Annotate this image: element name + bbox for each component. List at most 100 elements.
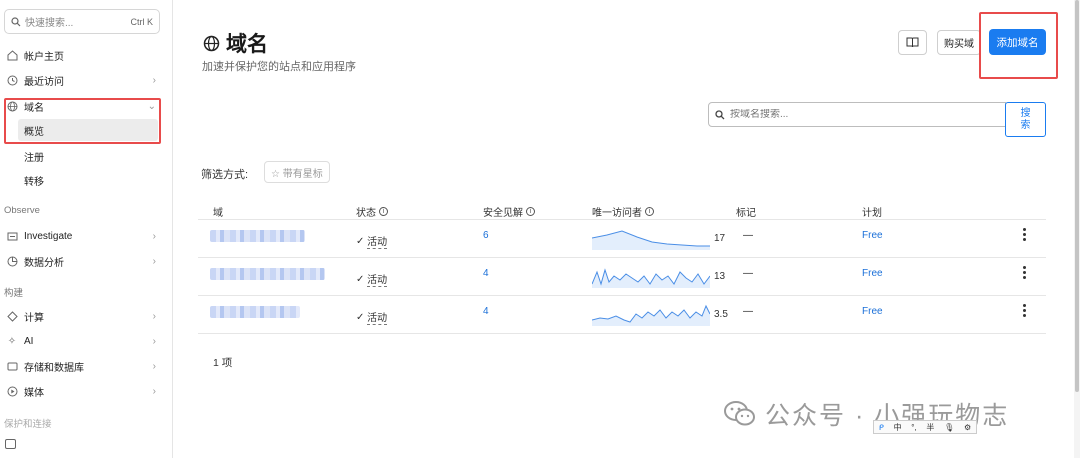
quick-search-placeholder: 快速搜索... [25, 18, 74, 29]
table-header: 域 状态 i 安全见解 i 唯一访问者 i 标记 计划 [198, 198, 1046, 220]
sidebar-subitem-register[interactable]: 注册 [18, 145, 158, 167]
row-menu-icon[interactable] [1022, 304, 1026, 317]
check-icon: ✓ [356, 273, 368, 285]
ime-lang[interactable]: 中 [894, 422, 902, 433]
ime-logo-icon: ᑭ [878, 422, 884, 432]
table-row[interactable]: ✓ 活动 4 13 — Free [198, 258, 1046, 296]
sidebar-item-analytics[interactable]: 数据分析 › [0, 250, 160, 272]
status-cell: ✓ 活动 [356, 271, 388, 287]
sidebar-item-media[interactable]: 媒体 › [0, 380, 160, 402]
sidebar-item-label: 媒体 [24, 387, 44, 399]
sidebar-item-storage[interactable]: 存储和数据库 › [0, 355, 160, 377]
sidebar-item-ai[interactable]: ✧ AI › [0, 330, 160, 352]
sidebar-item-label: Investigate [24, 230, 73, 242]
table-row[interactable]: ✓ 活动 4 3.5 — Free [198, 296, 1046, 334]
col-tags-label: 标记 [736, 208, 756, 219]
tags-cell: — [743, 268, 753, 279]
page-title-text: 域名 [226, 33, 268, 56]
starred-filter-chip[interactable]: ☆ 带有星标 [264, 161, 330, 183]
col-status[interactable]: 状态 i [356, 204, 388, 219]
col-visitors[interactable]: 唯一访问者 i [592, 204, 654, 219]
investigate-icon [6, 230, 18, 242]
status-label[interactable]: 活动 [367, 309, 388, 325]
sidebar-item-recent[interactable]: 最近访问 › [0, 69, 160, 91]
quick-search[interactable]: 快速搜索... Ctrl K [4, 9, 160, 34]
add-domain-button[interactable]: 添加域名 [989, 29, 1046, 55]
sidebar-item-compute[interactable]: 计算 › [0, 305, 160, 327]
main-content: 域名 加速并保护您的站点和应用程序 购买域 添加域名 搜索 筛选方式: ☆ 带有… [173, 0, 1080, 458]
domain-name-redacted[interactable] [210, 268, 325, 280]
sidebar-item-investigate[interactable]: Investigate › [0, 225, 160, 247]
ime-mic-icon[interactable]: 🎙 [944, 423, 954, 432]
item-count: 1 项 [213, 357, 233, 369]
scrollbar-thumb[interactable] [1075, 0, 1079, 392]
database-icon [6, 360, 18, 372]
insights-link[interactable]: 6 [483, 230, 489, 241]
chevron-down-icon: ⌄ [147, 100, 156, 112]
globe-icon [6, 100, 18, 112]
docs-button[interactable] [898, 30, 927, 55]
ime-width[interactable]: 半 [926, 422, 934, 433]
clock-icon [6, 74, 18, 86]
col-status-label: 状态 [356, 208, 376, 219]
buy-domain-button[interactable]: 购买域 [937, 30, 981, 55]
book-icon [906, 37, 919, 48]
sidebar-subitem-label: 转移 [24, 176, 44, 188]
info-icon[interactable]: i [526, 207, 535, 216]
sidebar-item-domains[interactable]: 域名 ⌄ [0, 95, 160, 117]
plan-link[interactable]: Free [862, 230, 883, 241]
search-icon [11, 16, 21, 26]
globe-icon [203, 35, 220, 52]
chevron-right-icon: › [152, 255, 156, 267]
sidebar-item-home[interactable]: 帐户主页 [0, 44, 160, 66]
status-label[interactable]: 活动 [367, 271, 388, 287]
ime-toolbar[interactable]: ᑭ 中 °, 半 🎙 ⚙ [873, 420, 977, 434]
visitors-count: 17 [714, 233, 726, 244]
domain-search-field[interactable] [708, 102, 1006, 127]
chevron-right-icon: › [152, 335, 156, 347]
section-build: 构建 [4, 288, 24, 299]
visitors-count: 3.5 [714, 309, 728, 320]
ime-settings-icon[interactable]: ⚙ [964, 423, 971, 432]
ime-punct[interactable]: °, [911, 423, 916, 432]
domain-name-redacted[interactable] [210, 306, 300, 318]
section-observe: Observe [4, 205, 40, 216]
tags-cell: — [743, 306, 753, 317]
col-plan: 计划 [862, 204, 882, 219]
sidebar-subitem-transfer[interactable]: 转移 [18, 169, 158, 191]
col-insights[interactable]: 安全见解 i [483, 204, 535, 219]
page-title: 域名 [203, 28, 268, 58]
sidebar-toggle-icon[interactable] [5, 439, 16, 449]
chevron-right-icon: › [152, 74, 156, 86]
row-menu-icon[interactable] [1022, 228, 1026, 241]
sidebar-subitem-label: 注册 [24, 152, 44, 164]
scrollbar[interactable] [1074, 0, 1080, 458]
chevron-right-icon: › [152, 385, 156, 397]
info-icon[interactable]: i [645, 207, 654, 216]
search-icon [715, 109, 725, 119]
plan-link[interactable]: Free [862, 306, 883, 317]
domain-search-input[interactable] [730, 109, 990, 120]
row-menu-icon[interactable] [1022, 266, 1026, 279]
insights-link[interactable]: 4 [483, 306, 489, 317]
sidebar-item-label: AI [24, 335, 34, 347]
info-icon[interactable]: i [379, 207, 388, 216]
sidebar-subitem-overview[interactable]: 概览 [18, 119, 158, 141]
col-insights-label: 安全见解 [483, 208, 523, 219]
status-cell: ✓ 活动 [356, 309, 388, 325]
wechat-icon [724, 401, 755, 426]
domain-search-button[interactable]: 搜索 [1005, 102, 1046, 137]
analytics-icon [6, 255, 18, 267]
table-row[interactable]: ✓ 活动 6 17 — Free [198, 220, 1046, 258]
visitors-sparkline [592, 304, 710, 326]
insights-link[interactable]: 4 [483, 268, 489, 279]
domain-name-redacted[interactable] [210, 230, 305, 242]
section-protect: 保护和连接 [4, 419, 52, 430]
sidebar-item-label: 最近访问 [24, 76, 64, 88]
plan-link[interactable]: Free [862, 268, 883, 279]
status-label[interactable]: 活动 [367, 233, 388, 249]
chevron-right-icon: › [152, 360, 156, 372]
compute-icon [6, 310, 18, 322]
col-tags: 标记 [736, 204, 756, 219]
sidebar-item-label: 计算 [24, 312, 44, 324]
